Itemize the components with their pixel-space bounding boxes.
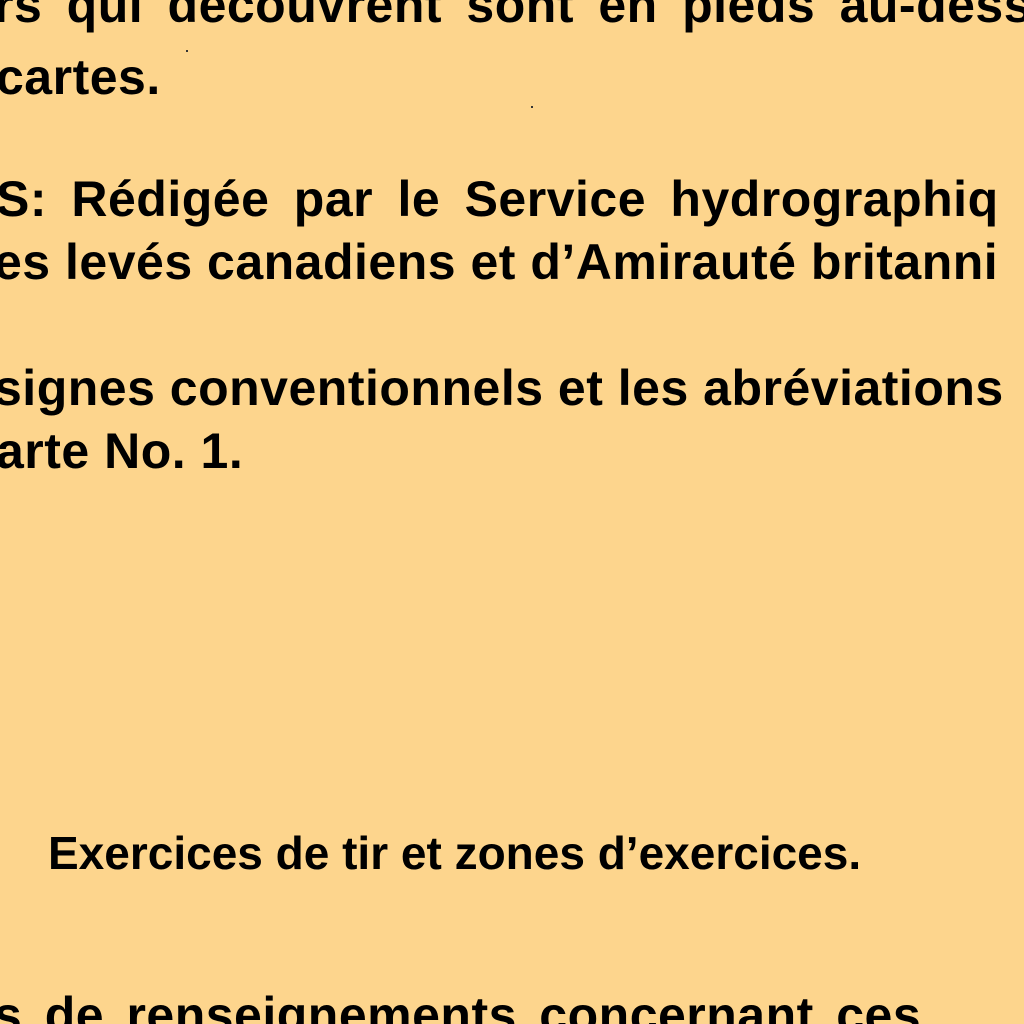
text-line-chart-no-1: arte No. 1. (0, 423, 244, 479)
text-line-information: s de renseignements concernant ces (0, 987, 922, 1024)
paper-speck (186, 50, 188, 52)
text-line-soundings: rs qui découvrent sont en pieds au-dess (0, 0, 1024, 33)
text-line-surveys: es levés canadiens et d’Amirauté britann… (0, 234, 999, 290)
text-line-cartes: cartes. (0, 49, 161, 105)
text-line-symbols: signes conventionnels et les abréviation… (0, 360, 1004, 416)
document-page: rs qui découvrent sont en pieds au-dess … (0, 0, 1024, 1024)
text-line-sources-heading: S: Rédigée par le Service hydrographiq (0, 171, 999, 227)
section-heading-firing-exercises: Exercices de tir et zones d’exercices. (48, 827, 862, 879)
paper-speck (531, 106, 533, 108)
